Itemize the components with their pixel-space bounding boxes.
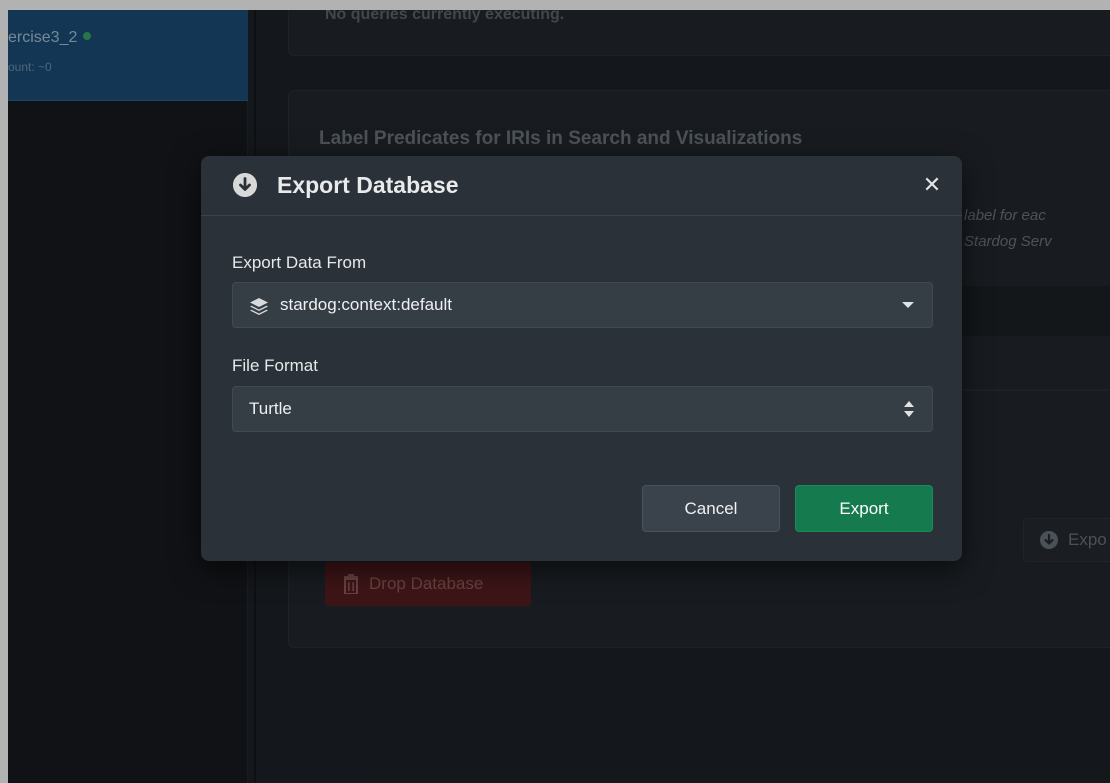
modal-header: Export Database ✕: [201, 156, 962, 216]
file-format-value: Turtle: [249, 399, 292, 418]
export-from-label: Export Data From: [232, 253, 367, 272]
file-format-label: File Format: [232, 356, 318, 375]
sort-updown-icon: [904, 401, 914, 417]
close-icon[interactable]: ✕: [921, 174, 943, 196]
export-from-value: stardog:context:default: [280, 295, 453, 314]
file-format-select[interactable]: Turtle: [232, 386, 933, 432]
modal-title: Export Database: [277, 172, 459, 198]
cancel-button[interactable]: Cancel: [642, 485, 780, 532]
chevron-down-icon: [902, 302, 914, 308]
arrow-down-circle-icon: [233, 173, 257, 197]
export-database-modal: Export Database ✕ Export Data From stard…: [201, 156, 962, 561]
export-button[interactable]: Export: [795, 485, 933, 532]
export-from-select[interactable]: stardog:context:default: [232, 282, 933, 328]
layers-icon: [250, 298, 268, 315]
